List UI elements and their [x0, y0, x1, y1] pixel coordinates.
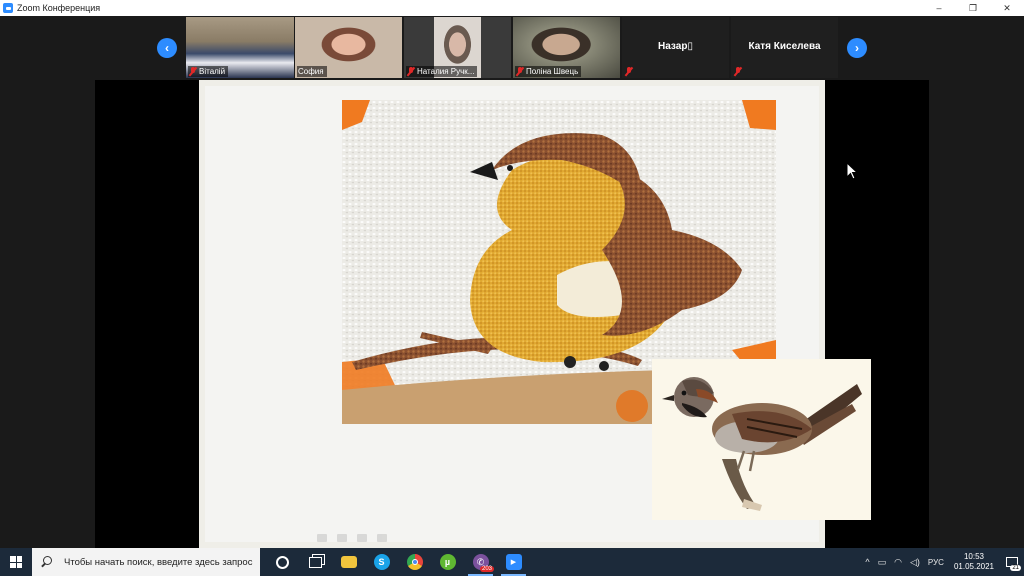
- chrome-button[interactable]: [398, 548, 431, 576]
- zoom-app-icon: [3, 3, 13, 13]
- file-explorer-icon: [340, 556, 357, 568]
- previous-participants-button[interactable]: ‹: [157, 38, 177, 58]
- battery-icon[interactable]: ▭: [878, 557, 887, 568]
- window-title: Zoom Конференция: [17, 3, 101, 13]
- search-placeholder: Чтобы начать поиск, введите здесь запрос: [64, 556, 253, 568]
- slide-toolbar: [317, 534, 387, 542]
- system-tray: ^ ▭ ◠ ◁) РУС 10:53 01.05.2021 21: [861, 548, 1024, 576]
- slide-next-icon[interactable]: [377, 534, 387, 542]
- clock[interactable]: 10:53 01.05.2021: [954, 552, 994, 572]
- wifi-icon[interactable]: ◠: [894, 557, 902, 568]
- mic-muted-icon: [516, 67, 524, 76]
- participant-strip: ‹ Віталій София Наталия Ручк... Поліна Ш…: [0, 16, 1024, 80]
- participant-name: София: [298, 67, 324, 76]
- participant-name-tag: София: [297, 66, 327, 77]
- zoom-taskbar-button[interactable]: ▶: [497, 548, 530, 576]
- utorrent-button[interactable]: µ: [431, 548, 464, 576]
- mic-muted-icon: [189, 67, 197, 76]
- participant-tile[interactable]: Катя Киселева: [731, 17, 838, 78]
- skype-icon: S: [373, 554, 390, 570]
- show-hidden-icons-button[interactable]: ^: [865, 557, 869, 567]
- slide-pen-icon[interactable]: [337, 534, 347, 542]
- sparrow-photo: [652, 359, 871, 520]
- participant-name: Наталия Ручк...: [417, 67, 475, 76]
- windows-logo-icon: [10, 556, 22, 568]
- mic-muted-icon: [625, 67, 633, 76]
- participant-tile[interactable]: София: [295, 17, 402, 78]
- viber-button[interactable]: ✆ 203: [464, 548, 497, 576]
- volume-icon[interactable]: ◁): [910, 557, 920, 568]
- windows-taskbar: Чтобы начать поиск, введите здесь запрос…: [0, 548, 1024, 576]
- cortana-button[interactable]: [266, 548, 299, 576]
- task-view-button[interactable]: [299, 548, 332, 576]
- action-center-button[interactable]: 21: [1000, 548, 1024, 576]
- participant-name-tag: [733, 66, 745, 77]
- participant-name: Назар▯: [658, 41, 693, 52]
- participant-name: Катя Киселева: [748, 41, 821, 52]
- window-titlebar: Zoom Конференция – ❐ ✕: [0, 0, 1024, 16]
- shared-screen[interactable]: [95, 80, 929, 548]
- window-controls: – ❐ ✕: [922, 0, 1024, 16]
- task-view-icon: [309, 556, 322, 568]
- utorrent-icon: µ: [439, 554, 456, 570]
- participant-tile[interactable]: Наталия Ручк...: [404, 17, 511, 78]
- chrome-icon: [406, 554, 423, 570]
- viber-badge: 203: [479, 566, 494, 572]
- taskbar-search-box[interactable]: Чтобы начать поиск, введите здесь запрос: [32, 548, 260, 576]
- file-explorer-button[interactable]: [332, 548, 365, 576]
- start-button[interactable]: [0, 548, 32, 576]
- participant-name: Поліна Швець: [526, 67, 579, 76]
- notification-count: 21: [1010, 565, 1021, 571]
- slide-content: [205, 86, 871, 542]
- taskbar-apps: S µ ✆ 203 ▶: [266, 548, 530, 576]
- participant-name-tag: Поліна Швець: [515, 66, 582, 77]
- participant-name: Віталій: [199, 67, 226, 76]
- close-button[interactable]: ✕: [990, 0, 1024, 16]
- clock-time: 10:53: [963, 552, 984, 561]
- cortana-icon: [276, 555, 289, 569]
- next-participants-button[interactable]: ›: [847, 38, 867, 58]
- participant-name-tag: Наталия Ручк...: [406, 66, 478, 77]
- participant-tile[interactable]: Віталій: [186, 17, 294, 78]
- slide-menu-icon[interactable]: [357, 534, 367, 542]
- participant-tile[interactable]: Назар▯: [622, 17, 729, 78]
- meeting-area: ‹ Віталій София Наталия Ручк... Поліна Ш…: [0, 16, 1024, 548]
- participant-tile[interactable]: Поліна Швець: [513, 17, 620, 78]
- clock-date: 01.05.2021: [953, 562, 994, 571]
- participant-name-tag: Віталій: [188, 66, 229, 77]
- search-icon: [40, 556, 52, 568]
- restore-button[interactable]: ❐: [956, 0, 990, 16]
- skype-button[interactable]: S: [365, 548, 398, 576]
- participant-name-tag: [624, 66, 636, 77]
- language-indicator[interactable]: РУС: [928, 558, 944, 567]
- minimize-button[interactable]: –: [922, 0, 956, 16]
- slide-prev-icon[interactable]: [317, 534, 327, 542]
- sparrow-illustration: [652, 359, 871, 520]
- mic-muted-icon: [734, 67, 742, 76]
- mic-muted-icon: [407, 67, 415, 76]
- zoom-icon: ▶: [505, 554, 522, 570]
- presentation-slide: [199, 80, 871, 548]
- mouse-cursor-icon: [846, 162, 858, 180]
